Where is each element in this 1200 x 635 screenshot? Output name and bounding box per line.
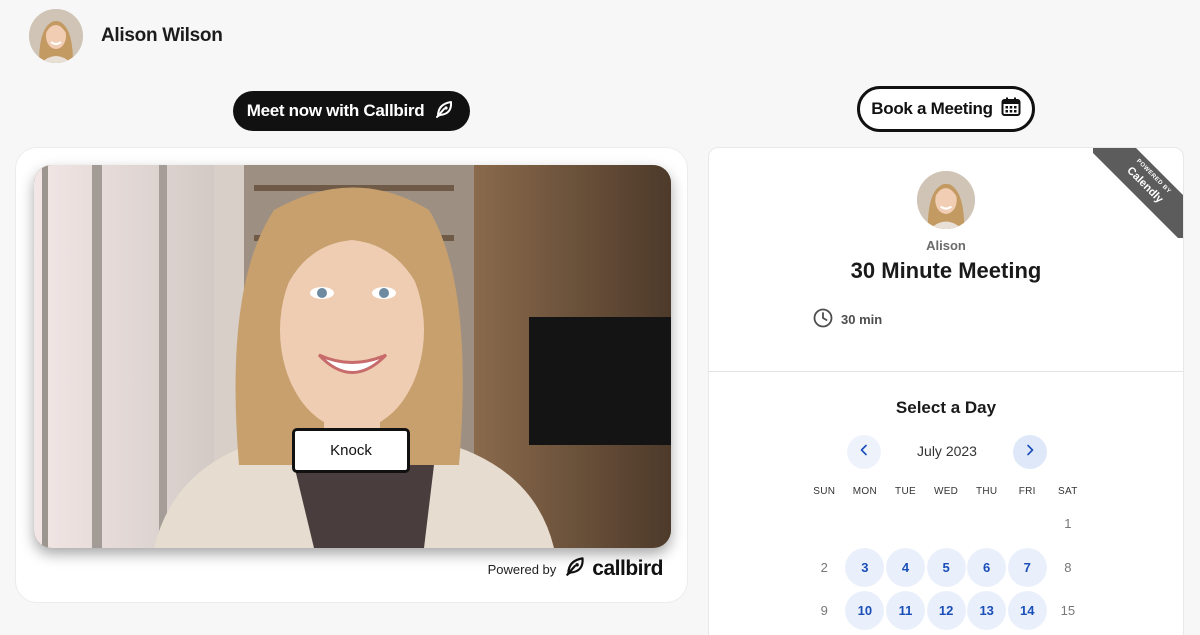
powered-by-label: Powered by <box>487 561 557 577</box>
calendar-day: 1 <box>1048 503 1089 543</box>
calendar-day-number: 2 <box>820 559 828 575</box>
chevron-left-icon <box>858 443 870 461</box>
calendar-day-empty <box>804 503 845 543</box>
calendar-day-empty <box>966 503 1007 543</box>
calendar-day-number: 6 <box>967 547 1007 587</box>
select-day-heading: Select a Day <box>895 398 997 417</box>
next-month-button[interactable] <box>1013 435 1047 469</box>
calendar-day-number: 15 <box>1060 602 1076 618</box>
calendar-day-number: 1 <box>1064 515 1072 531</box>
calendar-week-row: 9 10 11 12 13 14 15 <box>804 590 1088 630</box>
calendar-day-available[interactable]: 12 <box>926 590 967 630</box>
avatar <box>29 9 83 63</box>
month-label: July 2023 <box>917 443 977 459</box>
host-name: Alison <box>926 238 966 253</box>
event-title: 30 Minute Meeting <box>850 258 1042 283</box>
video-card: Knock Powered by callbird <box>15 147 688 603</box>
powered-by-callbird[interactable]: Powered by callbird <box>487 554 664 584</box>
calendar-day-available[interactable]: 11 <box>885 590 926 630</box>
callbird-logo: callbird <box>564 554 663 584</box>
calendar-day: 9 <box>804 590 845 630</box>
calendar-day-available[interactable]: 13 <box>966 590 1007 630</box>
calendar-day-available[interactable]: 3 <box>845 547 886 587</box>
knock-button[interactable]: Knock <box>292 428 410 473</box>
callbird-leaf-icon <box>564 554 588 584</box>
calendar-day-number: 12 <box>926 590 966 630</box>
callbird-leaf-icon <box>434 98 456 125</box>
calendar-day: 8 <box>1048 547 1089 587</box>
calendar-day-number: 5 <box>926 547 966 587</box>
calendar-week-row: 2 34567 8 <box>804 547 1088 587</box>
powered-by-calendly-ribbon[interactable]: POWERED BY Calendly <box>1093 148 1183 238</box>
meet-now-button[interactable]: Meet now with Callbird <box>233 91 470 131</box>
weekday-label: THU <box>975 486 998 497</box>
calendar-day-available[interactable]: 6 <box>966 547 1007 587</box>
calendar-day-number: 13 <box>967 590 1007 630</box>
weekday-header: SUN MON TUE WED THU FRI SAT <box>804 486 1088 497</box>
host-avatar <box>917 171 975 229</box>
calendar-day-empty <box>885 503 926 543</box>
calendar-day-number: 4 <box>885 547 925 587</box>
calendar-day: 2 <box>804 547 845 587</box>
weekday-label: SAT <box>1058 486 1078 497</box>
calendar-day-number: 8 <box>1064 559 1072 575</box>
profile-header: Alison Wilson <box>29 9 223 63</box>
weekday-label: SUN <box>813 486 836 497</box>
book-meeting-label: Book a Meeting <box>871 99 993 118</box>
calendar-day-number: 7 <box>1007 547 1047 587</box>
calendar-day-number: 9 <box>820 602 828 618</box>
calendar-day-available[interactable]: 5 <box>926 547 967 587</box>
calendar-day-available[interactable]: 4 <box>885 547 926 587</box>
meet-now-label: Meet now with Callbird <box>246 101 425 120</box>
calendar-day-number: 10 <box>845 590 885 630</box>
calendar-day-empty <box>926 503 967 543</box>
previous-month-button[interactable] <box>847 435 881 469</box>
callbird-wordmark: callbird <box>592 557 663 580</box>
weekday-label: WED <box>933 486 959 497</box>
user-name: Alison Wilson <box>101 25 223 46</box>
video-preview <box>34 165 671 548</box>
calendar-day-number: 11 <box>885 590 925 630</box>
calendar-day-empty <box>845 503 886 543</box>
calendar-day: 15 <box>1048 590 1089 630</box>
month-navigation: July 2023 <box>847 435 1047 469</box>
calendar-day-available[interactable]: 14 <box>1007 590 1048 630</box>
divider <box>709 371 1183 372</box>
calendar-day-number: 14 <box>1007 590 1047 630</box>
weekday-label: TUE <box>895 486 916 497</box>
weekday-label: FRI <box>1018 486 1036 497</box>
calendar-week-row: 1 <box>804 503 1088 543</box>
calendar-day-number: 3 <box>845 547 885 587</box>
duration-label: 30 min <box>841 312 883 327</box>
calendar-day-available[interactable]: 7 <box>1007 547 1048 587</box>
chevron-right-icon <box>1024 443 1036 461</box>
calendar-day-available[interactable]: 10 <box>845 590 886 630</box>
calendar-icon <box>1001 97 1021 122</box>
calendar-day-empty <box>1007 503 1048 543</box>
event-duration: 30 min <box>813 308 882 331</box>
clock-icon <box>813 308 833 331</box>
book-meeting-button[interactable]: Book a Meeting <box>857 86 1035 132</box>
weekday-label: MON <box>852 486 877 497</box>
calendly-widget: POWERED BY Calendly Alison 30 Minute Mee… <box>708 147 1184 635</box>
